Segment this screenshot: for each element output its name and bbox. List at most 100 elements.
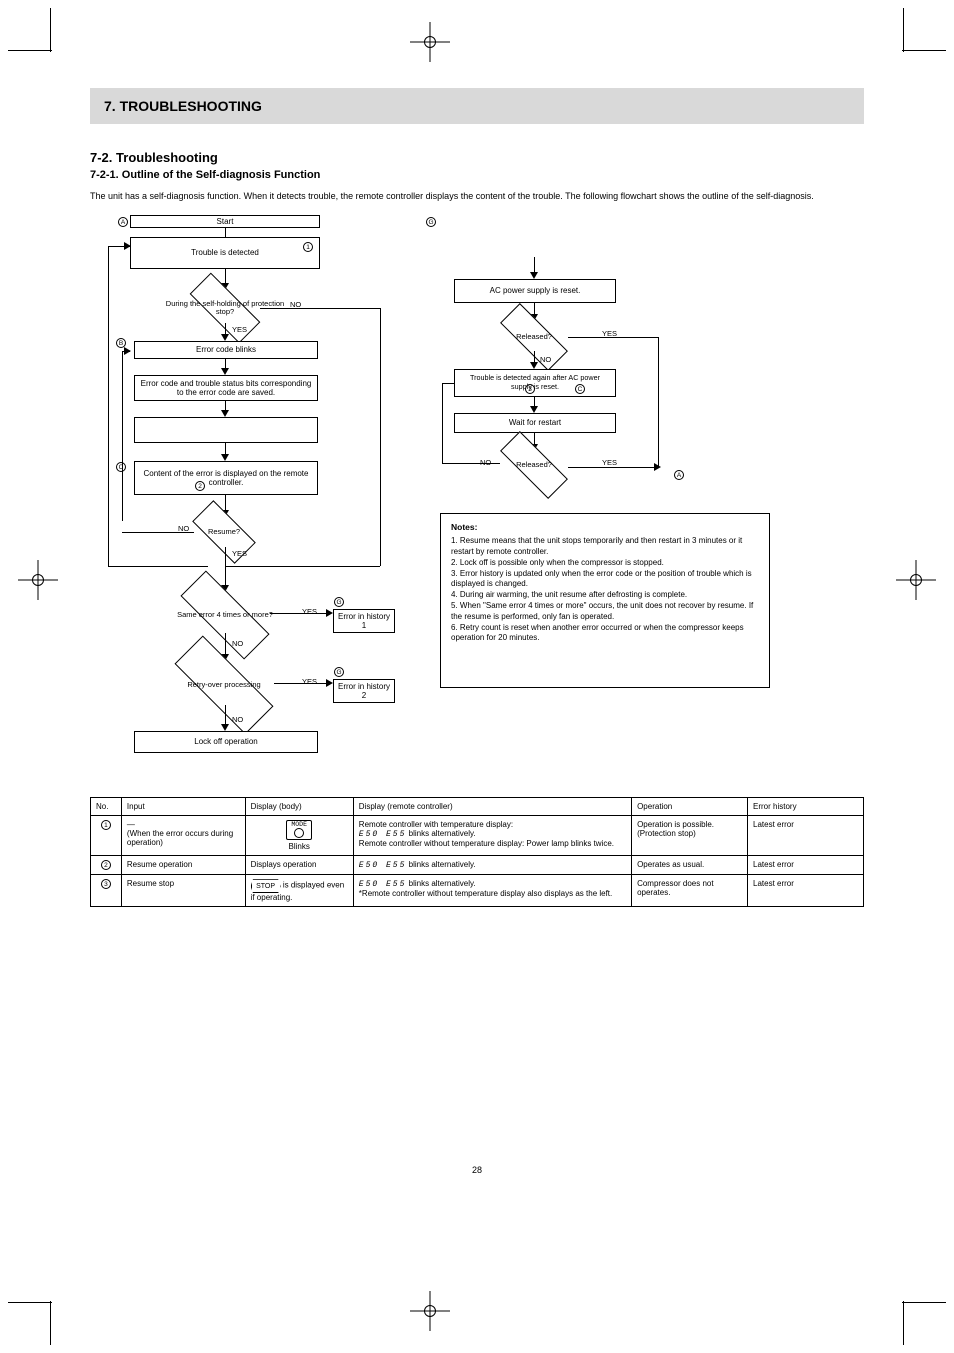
row1-seg: E50 E55	[359, 830, 407, 839]
row1-remote-l2: blinks alternatively.	[409, 829, 476, 838]
flow-label-yes-2: YES	[232, 549, 247, 558]
row3-seg: E50 E55	[359, 880, 407, 889]
flow-circ3: 3	[525, 384, 535, 394]
marker-A: A	[118, 217, 128, 227]
th-display-remote: Display (remote controller)	[353, 797, 631, 815]
th-display-body: Display (body)	[245, 797, 353, 815]
row1-input-l2: (When the error occurs during operation)	[127, 829, 240, 847]
registration-mark-top	[410, 22, 450, 62]
note-4: 4. During air warming, the unit resume a…	[451, 590, 759, 601]
section-heading: 7-2. Troubleshooting	[90, 150, 864, 165]
flow-display-remote-text: Content of the error is displayed on the…	[139, 469, 313, 487]
note-1: 1. Resume means that the unit stops temp…	[451, 536, 759, 558]
flow-history2: Error in history 2	[333, 679, 395, 703]
flow-history1: Error in history 1	[333, 609, 395, 633]
flow-circ2: 2	[195, 481, 205, 491]
subsection-heading: 7-2-1. Outline of the Self-diagnosis Fun…	[90, 169, 864, 181]
stop-hex-glyph: STOP	[251, 879, 281, 893]
th-input: Input	[121, 797, 245, 815]
marker-A-right: A	[674, 470, 684, 480]
flow-start: Start	[130, 215, 320, 228]
flow-error-blinks: Error code blinks	[134, 341, 318, 359]
row3-input: Resume stop	[121, 875, 245, 907]
intro-text: The unit has a self-diagnosis function. …	[90, 191, 864, 203]
flow-trouble: Trouble is detected 1	[130, 237, 320, 269]
mode-btn-label: MODE	[291, 821, 307, 828]
row2-history: Latest error	[748, 856, 864, 875]
note-2-text: Lock off is possible only when the compr…	[460, 558, 664, 567]
flow-label-yes-4: YES	[302, 677, 317, 686]
page-number: 28	[472, 1165, 482, 1175]
row3-history: Latest error	[748, 875, 864, 907]
flow-trouble-again: Trouble is detected again after AC power…	[454, 369, 616, 397]
note-3: 3. Error history is updated only when th…	[451, 569, 759, 591]
row3-remote-l2: blinks alternatively.	[409, 879, 476, 888]
row3-remote-l3: *Remote controller without temperature d…	[359, 889, 626, 898]
marker-G-left-2: G	[334, 667, 344, 677]
note-2: 2. Lock off is possible only when the co…	[451, 558, 759, 569]
circle-icon	[294, 828, 304, 838]
th-operation: Operation	[632, 797, 748, 815]
registration-mark-left	[18, 560, 58, 600]
registration-mark-right	[896, 560, 936, 600]
table-row: 1 — (When the error occurs during operat…	[91, 815, 864, 856]
flow-label-yes-1: YES	[232, 325, 247, 334]
row2-body: Displays operation	[245, 856, 353, 875]
row2-input: Resume operation	[121, 856, 245, 875]
note-6-text: Retry count is reset when another error …	[451, 623, 744, 643]
row1-remote-l1: Remote controller with temperature displ…	[359, 820, 626, 829]
flow-label-no-r2: NO	[480, 458, 491, 467]
flow-label-no-3: NO	[232, 639, 243, 648]
note-5-text: When "Same error 4 times or more" occurs…	[451, 601, 753, 621]
flow-status-saved: Error code and trouble status bits corre…	[134, 375, 318, 401]
row1-operation: Operation is possible. (Protection stop)	[632, 815, 748, 856]
table-row: 3 Resume stop STOP is displayed even if …	[91, 875, 864, 907]
row3-operation: Compressor does not operates.	[632, 875, 748, 907]
row1-remote-l3: Remote controller without temperature di…	[359, 839, 626, 848]
registration-mark-bottom	[410, 1291, 450, 1331]
page-content: 7. TROUBLESHOOTING 7-2. Troubleshooting …	[90, 88, 864, 907]
note-6: 6. Retry count is reset when another err…	[451, 623, 759, 645]
flow-label-no-4: NO	[232, 715, 243, 724]
flow-label-no-r1: NO	[540, 355, 551, 364]
section-title-bar: 7. TROUBLESHOOTING	[90, 88, 864, 124]
marker-C: C	[116, 462, 126, 472]
flowchart: A Start Trouble is detected 1 During the…	[90, 217, 864, 787]
th-no: No.	[91, 797, 122, 815]
row2-num: 2	[101, 860, 111, 870]
row1-input-l1: —	[127, 820, 240, 829]
row1-body-text: Blinks	[251, 842, 348, 851]
row2-remote-l2: blinks alternatively.	[409, 860, 476, 869]
stop-hex-label: STOP	[256, 883, 275, 890]
flow-circ1: 1	[303, 242, 313, 252]
note-5: 5. When "Same error 4 times or more" occ…	[451, 601, 759, 623]
notes-box: Notes: 1. Resume means that the unit sto…	[440, 513, 770, 688]
row3-num: 3	[101, 879, 111, 889]
row1-history: Latest error	[748, 815, 864, 856]
flow-label-yes-r2: YES	[602, 458, 617, 467]
mode-button-glyph: MODE	[286, 820, 312, 841]
flow-C-inline: C	[575, 384, 585, 394]
marker-G-right: G	[426, 217, 436, 227]
symptom-table: No. Input Display (body) Display (remote…	[90, 797, 864, 908]
flow-wait-restart: Wait for restart	[454, 413, 616, 433]
row2-operation: Operates as usual.	[632, 856, 748, 875]
notes-heading: Notes:	[451, 522, 759, 533]
flow-label-yes-3: YES	[302, 607, 317, 616]
table-row: 2 Resume operation Displays operation E5…	[91, 856, 864, 875]
flow-retry-over-q: Retry-over processing	[175, 635, 274, 734]
note-4-text: During air warming, the unit resume afte…	[460, 590, 687, 599]
flow-trouble-label: Trouble is detected	[135, 248, 315, 257]
flow-display-remote: Content of the error is displayed on the…	[134, 461, 318, 495]
note-1-text: Resume means that the unit stops tempora…	[451, 536, 742, 556]
row2-seg: E50 E55	[359, 861, 407, 870]
section-number: 7-2.	[90, 150, 112, 165]
th-error-history: Error history	[748, 797, 864, 815]
flow-trouble-again-text: Trouble is detected again after AC power…	[459, 374, 611, 391]
flow-ac-reset: AC power supply is reset.	[454, 279, 616, 303]
marker-G-left: G	[334, 597, 344, 607]
flow-reserved-1	[134, 417, 318, 443]
section-title: Troubleshooting	[116, 150, 218, 165]
note-3-text: Error history is updated only when the e…	[451, 569, 752, 589]
flow-lock-off: Lock off operation	[134, 731, 318, 753]
